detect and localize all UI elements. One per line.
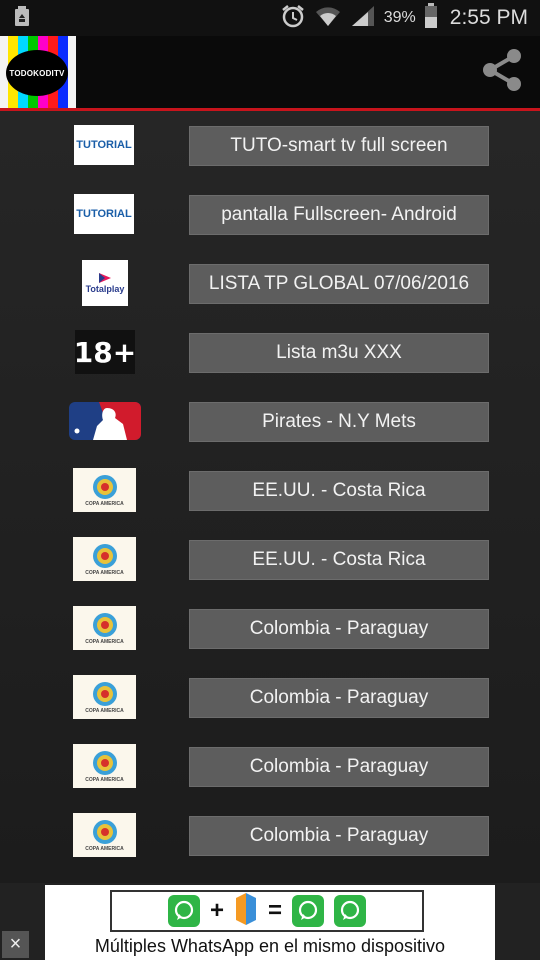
item-button[interactable]: pantalla Fullscreen- Android <box>189 195 489 235</box>
tutorial-thumbnail: TUTORIAL <box>74 194 134 234</box>
parallel-app-icon <box>234 892 258 931</box>
share-button[interactable] <box>474 44 530 100</box>
item-button[interactable]: Colombia - Paraguay <box>189 816 489 856</box>
list-item: TUTORIAL TUTO-smart tv full screen <box>0 111 540 180</box>
share-icon <box>477 45 527 100</box>
whatsapp-icon <box>167 895 200 927</box>
copa-america-thumbnail: COPA AMERICA <box>73 813 136 857</box>
item-button[interactable]: TUTO-smart tv full screen <box>189 126 489 166</box>
list-item: COPA AMERICA Colombia - Paraguay <box>0 594 540 663</box>
item-button[interactable]: EE.UU. - Costa Rica <box>189 540 489 580</box>
item-button[interactable]: Pirates - N.Y Mets <box>189 402 489 442</box>
whatsapp-icon <box>334 895 367 927</box>
item-button[interactable]: Colombia - Paraguay <box>189 747 489 787</box>
copa-america-thumbnail: COPA AMERICA <box>73 606 136 650</box>
battery-percent: 39% <box>383 9 416 26</box>
list-item: COPA AMERICA Colombia - Paraguay <box>0 663 540 732</box>
copa-america-thumbnail: COPA AMERICA <box>73 675 136 719</box>
alarm-icon <box>280 3 306 34</box>
wifi-icon <box>314 4 342 33</box>
adult-18-thumbnail: 18+ <box>75 330 135 374</box>
recycle-icon <box>12 5 32 32</box>
item-button[interactable]: LISTA TP GLOBAL 07/06/2016 <box>189 264 489 304</box>
ad-equation[interactable]: + = <box>110 890 424 932</box>
item-button[interactable]: Lista m3u XXX <box>189 333 489 373</box>
list-item: COPA AMERICA EE.UU. - Costa Rica <box>0 456 540 525</box>
logo-text: TODOKODITV <box>6 50 68 96</box>
app-bar <box>0 36 540 108</box>
tutorial-thumbnail: TUTORIAL <box>74 125 134 165</box>
status-bar: 39% 2:55 PM <box>0 0 540 36</box>
ad-text[interactable]: Múltiples WhatsApp en el mismo dispositi… <box>45 936 495 958</box>
battery-icon <box>424 2 438 34</box>
item-button[interactable]: EE.UU. - Costa Rica <box>189 471 489 511</box>
totalplay-thumbnail: Totalplay <box>82 260 128 306</box>
list-item: COPA AMERICA EE.UU. - Costa Rica <box>0 525 540 594</box>
plus-sign: + <box>209 897 224 924</box>
app-logo[interactable]: TODOKODITV <box>0 36 76 108</box>
clock-time: 2:55 PM <box>449 6 528 29</box>
item-button[interactable]: Colombia - Paraguay <box>189 609 489 649</box>
item-button[interactable]: Colombia - Paraguay <box>189 678 489 718</box>
list-item: COPA AMERICA Colombia - Paraguay <box>0 801 540 870</box>
list-item: Pirates - N.Y Mets <box>0 387 540 456</box>
list-item: COPA AMERICA Colombia - Paraguay <box>0 732 540 801</box>
copa-america-thumbnail: COPA AMERICA <box>73 537 136 581</box>
channel-list[interactable]: TUTORIAL TUTO-smart tv full screen TUTOR… <box>0 111 540 883</box>
copa-america-thumbnail: COPA AMERICA <box>73 468 136 512</box>
mlb-logo-thumbnail <box>69 401 141 441</box>
copa-america-thumbnail: COPA AMERICA <box>73 744 136 788</box>
equals-sign: = <box>268 897 283 924</box>
list-item: 18+ Lista m3u XXX <box>0 318 540 387</box>
signal-icon <box>350 4 376 33</box>
ad-close-button[interactable]: × <box>2 931 29 958</box>
whatsapp-icon <box>292 895 325 927</box>
list-item: Totalplay LISTA TP GLOBAL 07/06/2016 <box>0 249 540 318</box>
list-item: TUTORIAL pantalla Fullscreen- Android <box>0 180 540 249</box>
